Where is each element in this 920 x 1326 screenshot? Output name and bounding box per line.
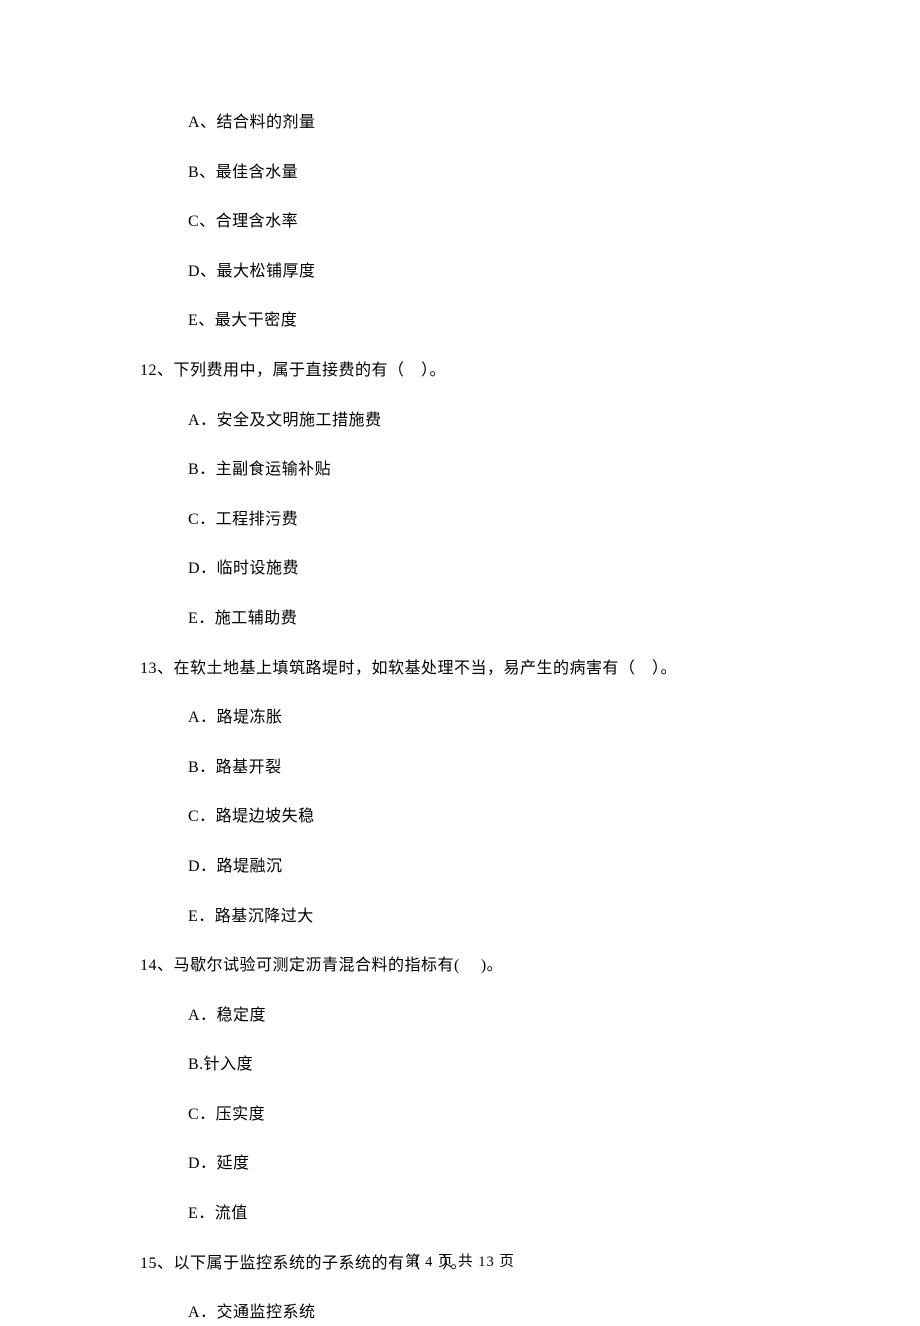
q12-option-a: A．安全及文明施工措施费 (188, 408, 780, 434)
option-pre-c: C、合理含水率 (188, 209, 780, 235)
option-pre-a: A、结合料的剂量 (188, 110, 780, 136)
q15-option-a: A．交通监控系统 (188, 1300, 780, 1326)
page-content: A、结合料的剂量 B、最佳含水量 C、合理含水率 D、最大松铺厚度 E、最大干密… (0, 0, 920, 1326)
option-pre-e: E、最大干密度 (188, 308, 780, 334)
q14-option-b: B.针入度 (188, 1052, 780, 1078)
q13-option-c: C．路堤边坡失稳 (188, 804, 780, 830)
q13-option-a: A．路堤冻胀 (188, 705, 780, 731)
q13-option-b: B．路基开裂 (188, 755, 780, 781)
q12-option-b: B．主副食运输补贴 (188, 457, 780, 483)
q14-option-a: A．稳定度 (188, 1003, 780, 1029)
q14-option-c: C．压实度 (188, 1102, 780, 1128)
question-12: 12、下列费用中，属于直接费的有（ ）。 (140, 358, 780, 384)
option-pre-d: D、最大松铺厚度 (188, 259, 780, 285)
q13-option-e: E．路基沉降过大 (188, 904, 780, 930)
page-footer: 第 4 页 共 13 页 (0, 1251, 920, 1274)
q14-option-d: D．延度 (188, 1151, 780, 1177)
q12-option-c: C．工程排污费 (188, 507, 780, 533)
q12-option-e: E．施工辅助费 (188, 606, 780, 632)
question-13: 13、在软土地基上填筑路堤时，如软基处理不当，易产生的病害有（ ）。 (140, 656, 780, 682)
q14-option-e: E．流值 (188, 1201, 780, 1227)
q12-option-d: D．临时设施费 (188, 556, 780, 582)
q13-option-d: D．路堤融沉 (188, 854, 780, 880)
question-14: 14、马歇尔试验可测定沥青混合料的指标有( )。 (140, 953, 780, 979)
option-pre-b: B、最佳含水量 (188, 160, 780, 186)
